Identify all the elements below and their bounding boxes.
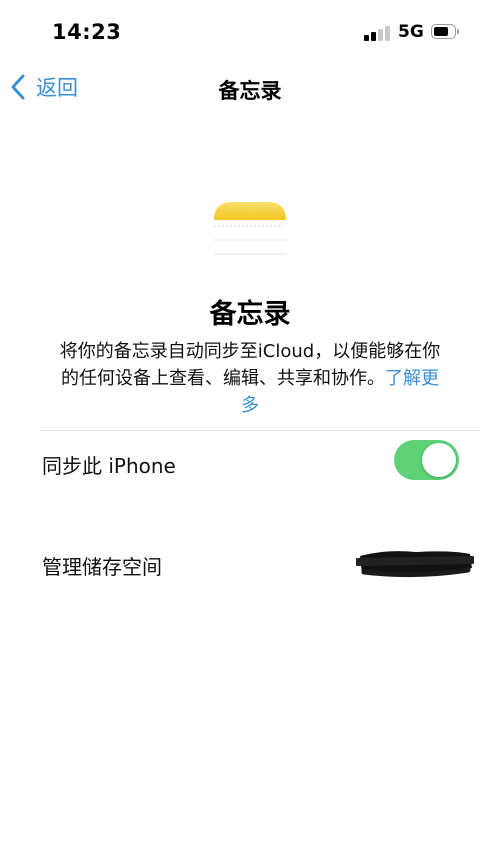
sync-iphone-toggle[interactable] [394, 440, 459, 480]
sync-iphone-label: 同步此 iPhone [42, 454, 176, 478]
notes-app-icon [214, 202, 286, 255]
sync-description-text: 将你的备忘录自动同步至iCloud，以便能够在你的任何设备上查看、编辑、共享和协… [59, 341, 441, 389]
app-title: 备忘录 [209, 299, 291, 330]
sync-description: 将你的备忘录自动同步至iCloud，以便能够在你的任何设备上查看、编辑、共享和协… [55, 338, 445, 419]
battery-icon [431, 24, 459, 40]
manage-storage-row[interactable]: 管理储存空间 [42, 551, 162, 580]
toggle-knob [422, 443, 456, 477]
divider [40, 430, 480, 431]
network-type: 5G [398, 22, 424, 42]
status-bar: 14:23 5G [0, 0, 500, 64]
redaction-mark [356, 551, 474, 578]
status-time: 14:23 [52, 20, 122, 44]
nav-title: 备忘录 [218, 79, 282, 103]
cellular-signal-icon [364, 25, 392, 41]
